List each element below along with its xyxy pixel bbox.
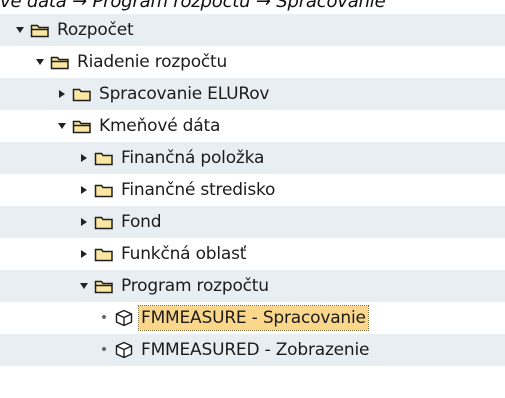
folder-icon [94, 214, 114, 230]
transaction-cube-icon [114, 341, 134, 359]
collapsed-triangle-icon[interactable] [78, 216, 90, 228]
bullet-icon: • [99, 342, 109, 358]
tree-node-label: Spracovanie ELURov [99, 84, 270, 104]
tree-node-spracovanie-elurov[interactable]: Spracovanie ELURov [0, 78, 505, 110]
tree-node-label: Finančná položka [121, 148, 265, 168]
transaction-cube-icon [114, 309, 134, 327]
folder-open-icon [72, 118, 92, 134]
bullet-icon: • [99, 310, 109, 326]
expanded-triangle-icon[interactable] [34, 56, 46, 68]
expanded-triangle-icon[interactable] [78, 280, 90, 292]
collapsed-triangle-icon[interactable] [78, 184, 90, 196]
tree-node-riadenie-rozpoctu[interactable]: Riadenie rozpočtu [0, 46, 505, 78]
folder-open-icon [94, 278, 114, 294]
breadcrumb: ve dáta → Program rozpočtu → Spracovanie [0, 0, 505, 14]
tree-node-fond[interactable]: Fond [0, 206, 505, 238]
breadcrumb-text: ve dáta → Program rozpočtu → Spracovanie [0, 0, 386, 12]
tree-node-fmmeasure[interactable]: • FMMEASURE - Spracovanie [0, 302, 505, 334]
folder-icon [72, 86, 92, 102]
folder-icon [94, 150, 114, 166]
collapsed-triangle-icon[interactable] [78, 152, 90, 164]
tree-node-label: Finančné stredisko [121, 180, 276, 200]
tree-node-label: Kmeňové dáta [99, 116, 221, 136]
folder-open-icon [50, 54, 70, 70]
tree-node-funkcna-oblast[interactable]: Funkčná oblasť [0, 238, 505, 270]
tree-node-rozpocet[interactable]: Rozpočet [0, 14, 505, 46]
expanded-triangle-icon[interactable] [56, 120, 68, 132]
folder-icon [94, 246, 114, 262]
tree-node-label: Fond [121, 212, 162, 232]
tree-node-label: Rozpočet [57, 20, 134, 40]
tree-node-fmmeasured[interactable]: • FMMEASURED - Zobrazenie [0, 334, 505, 366]
expanded-triangle-icon[interactable] [14, 24, 26, 36]
tree-node-label: Program rozpočtu [121, 276, 269, 296]
folder-icon [94, 182, 114, 198]
tree-node-program-rozpoctu[interactable]: Program rozpočtu [0, 270, 505, 302]
tree-node-financne-stredisko[interactable]: Finančné stredisko [0, 174, 505, 206]
tree-node-label: Riadenie rozpočtu [77, 52, 228, 72]
tree-node-financna-polozka[interactable]: Finančná položka [0, 142, 505, 174]
collapsed-triangle-icon[interactable] [56, 88, 68, 100]
tree-node-kmenove-data[interactable]: Kmeňové dáta [0, 110, 505, 142]
tree-node-label: FMMEASURE - Spracovanie [138, 305, 369, 331]
tree-node-label: Funkčná oblasť [121, 244, 247, 264]
folder-open-icon [30, 22, 50, 38]
collapsed-triangle-icon[interactable] [78, 248, 90, 260]
tree-node-label: FMMEASURED - Zobrazenie [141, 340, 370, 360]
